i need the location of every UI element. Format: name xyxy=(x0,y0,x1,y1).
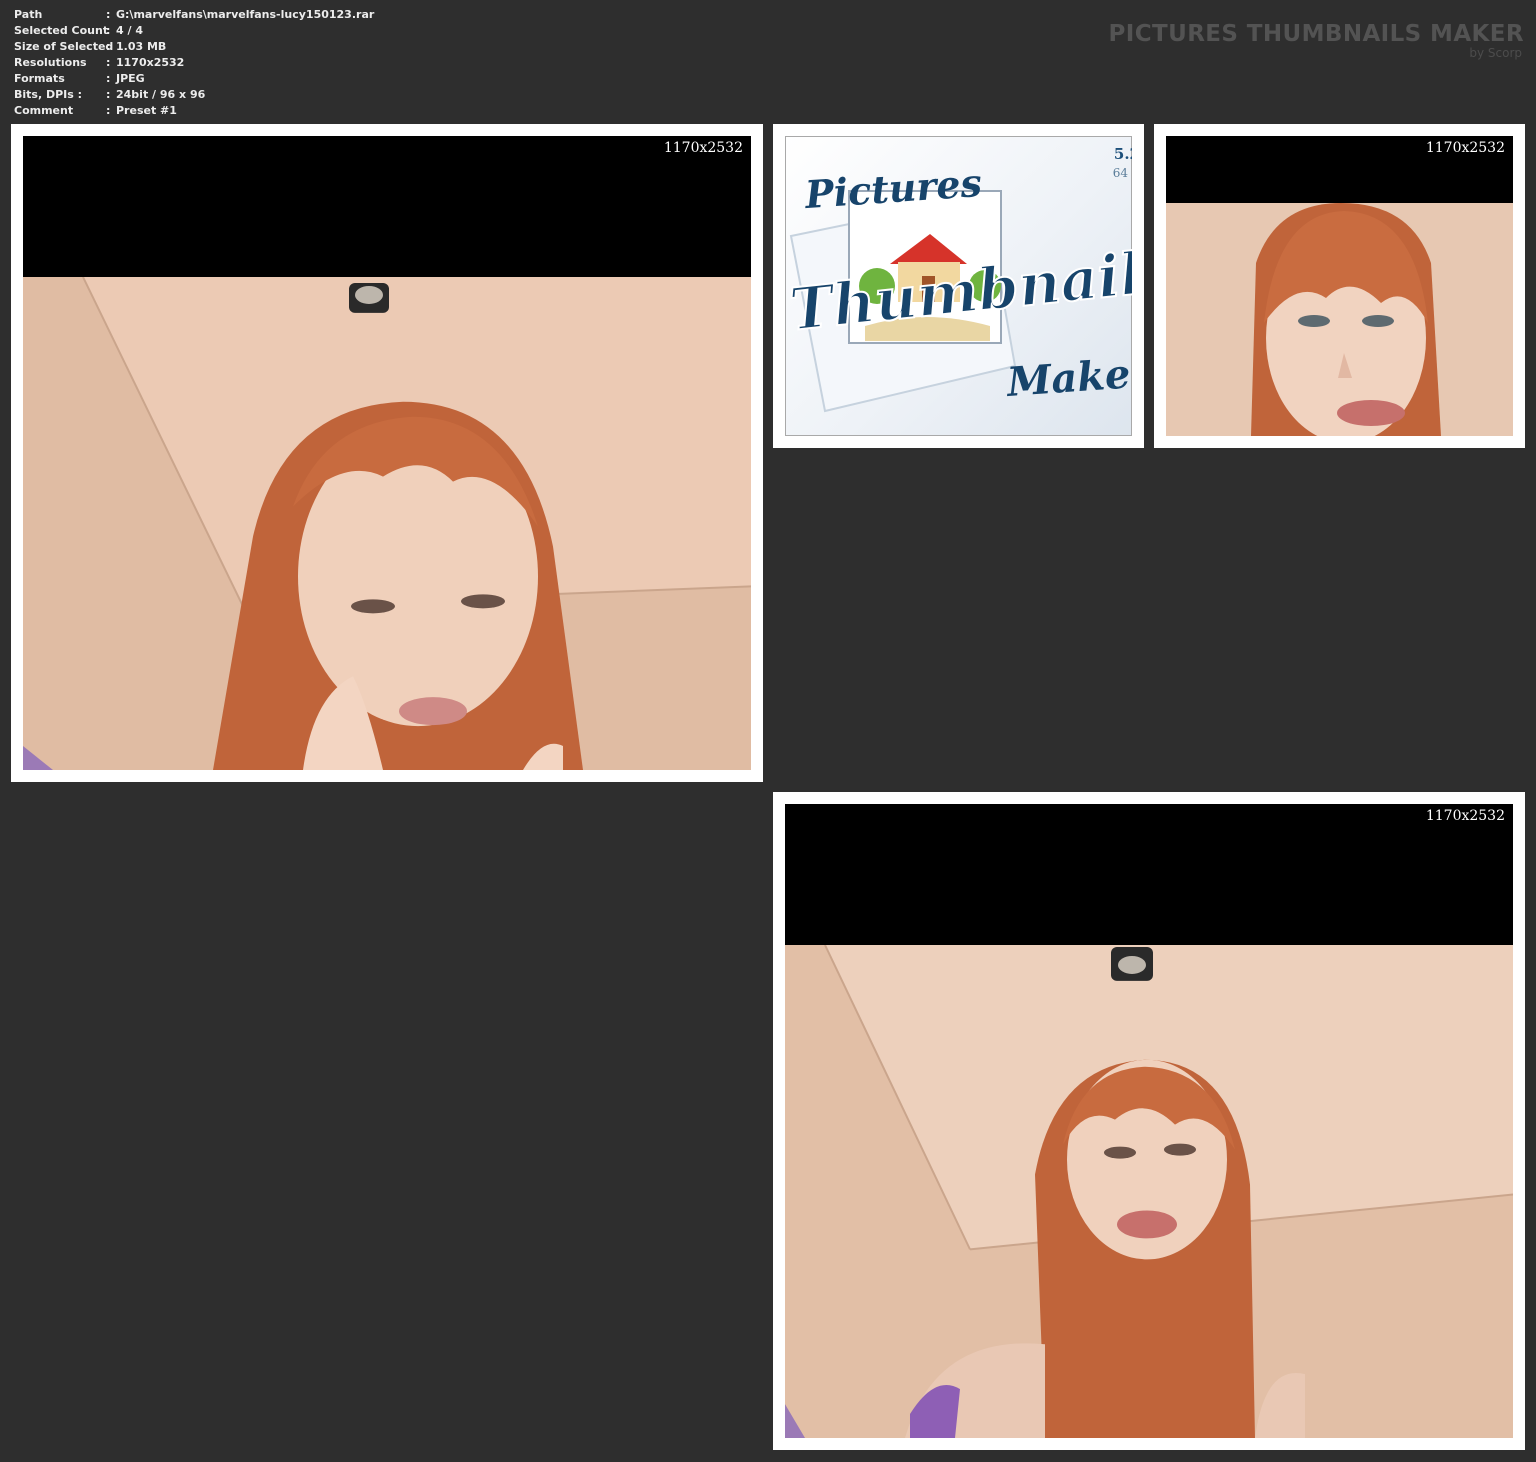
info-row-count: Selected Count:4 / 4 xyxy=(14,23,374,39)
info-sep: : xyxy=(106,104,111,117)
info-key: Selected Count xyxy=(14,24,109,37)
info-value: JPEG xyxy=(116,72,145,85)
info-key: Resolutions xyxy=(14,56,87,69)
brand-title: PICTURES THUMBNAILS MAKER xyxy=(1108,21,1524,47)
info-value: 24bit / 96 x 96 xyxy=(116,88,206,101)
thumbnail-1[interactable]: 1170x2532 xyxy=(11,124,763,782)
portrait-illustration xyxy=(23,277,751,770)
info-key: Comment xyxy=(14,104,74,117)
info-row-size: Size of Selected:1.03 MB xyxy=(14,39,374,55)
info-value: 1.03 MB xyxy=(116,40,167,53)
info-row-bits: Bits, DPIs ::24bit / 96 x 96 xyxy=(14,87,374,103)
portrait-illustration xyxy=(785,945,1513,1438)
program-logo: 5.2 64 Pictures Thumbnails Maker xyxy=(785,136,1132,436)
info-value: 4 / 4 xyxy=(116,24,143,37)
info-row-path: Path: G:\marvelfans\marvelfans-lucy150123… xyxy=(14,7,374,23)
thumbnail-image: 1170x2532 xyxy=(23,136,751,770)
resolution-label: 1170x2532 xyxy=(663,140,743,156)
info-sep: : xyxy=(106,56,111,69)
info-key: Path xyxy=(14,8,43,21)
info-sep: : xyxy=(106,72,111,85)
info-value: G:\marvelfans\marvelfans-lucy150123.rar xyxy=(116,8,375,21)
portrait-illustration xyxy=(1166,203,1513,436)
info-sep: : xyxy=(106,40,111,53)
thumbnail-4[interactable]: 1170x2532 xyxy=(773,792,1525,1450)
photo-scene xyxy=(1166,203,1513,436)
info-panel: Path: G:\marvelfans\marvelfans-lucy150123… xyxy=(14,7,374,119)
info-row-comment: Comment: Preset #1 xyxy=(14,103,374,119)
info-sep: : xyxy=(106,8,111,21)
info-key: Bits, DPIs : xyxy=(14,88,83,101)
thumbnail-3[interactable]: 1170x2532 xyxy=(1154,124,1525,448)
info-value: Preset #1 xyxy=(116,104,177,117)
resolution-label: 1170x2532 xyxy=(1425,140,1505,156)
logo-word-maker: Maker xyxy=(1005,349,1132,406)
info-value: 1170x2532 xyxy=(116,56,185,69)
brand-subtitle: by Scorp xyxy=(1469,46,1522,60)
thumbnail-image: 1170x2532 xyxy=(1166,136,1513,436)
resolution-label: 1170x2532 xyxy=(1425,808,1505,824)
info-sep: : xyxy=(106,24,111,37)
thumbnail-image: 1170x2532 xyxy=(785,804,1513,1438)
info-row-resolutions: Resolutions:1170x2532 xyxy=(14,55,374,71)
photo-scene xyxy=(23,277,751,770)
info-sep: : xyxy=(106,88,111,101)
info-key: Formats xyxy=(14,72,65,85)
photo-scene xyxy=(785,945,1513,1438)
thumbnail-2[interactable]: 5.2 64 Pictures Thumbnails Maker xyxy=(773,124,1144,448)
black-bar xyxy=(785,804,1513,945)
info-key: Size of Selected xyxy=(14,40,114,53)
black-bar xyxy=(23,136,751,277)
info-row-formats: Formats: JPEG xyxy=(14,71,374,87)
brand: PICTURES THUMBNAILS MAKER by Scorp xyxy=(1109,20,1524,59)
